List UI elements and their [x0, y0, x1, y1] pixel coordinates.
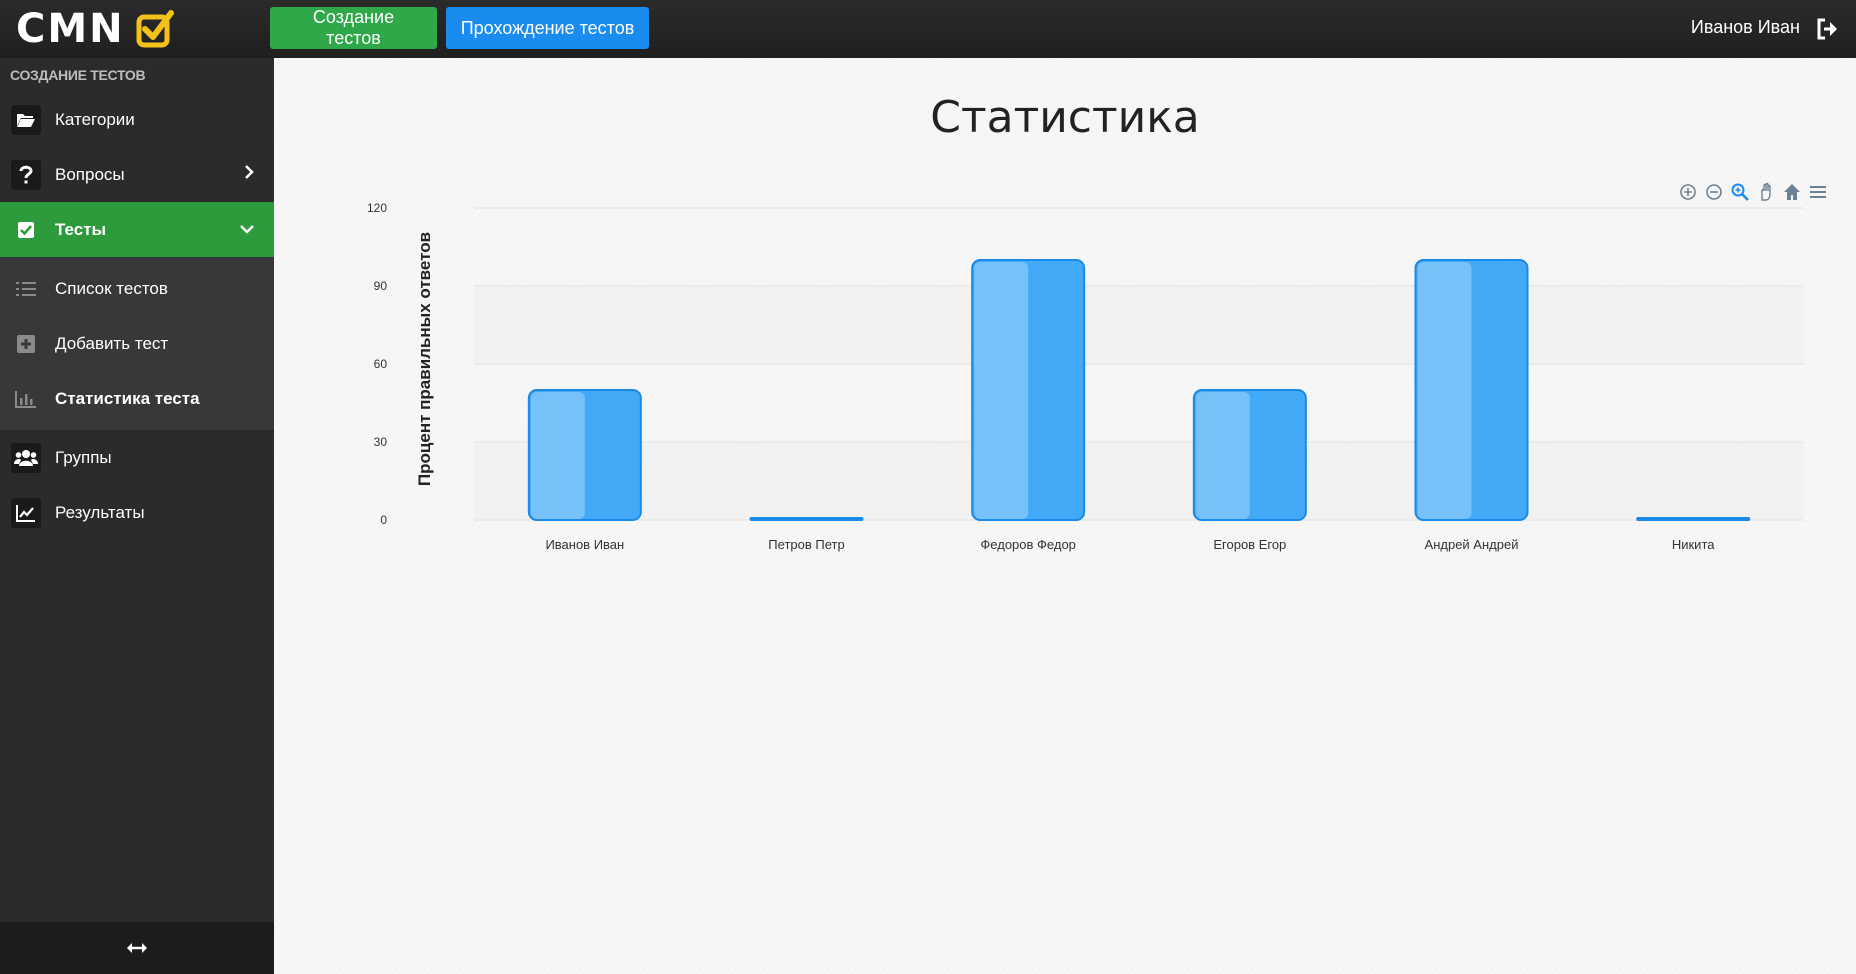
bar-body — [1636, 517, 1751, 521]
x-category-label: Никита — [1672, 537, 1715, 552]
bar — [749, 517, 864, 521]
user-name[interactable]: Иванов Иван — [1691, 17, 1800, 38]
y-tick-label: 0 — [380, 513, 387, 527]
y-tick-label: 60 — [374, 357, 388, 371]
bar-body — [749, 517, 864, 521]
tests-submenu: Список тестов Добавить тест Статистика т… — [0, 257, 274, 430]
chevron-down-icon — [240, 225, 254, 234]
sidebar-item-groups[interactable]: Группы — [0, 430, 274, 485]
grid-band — [474, 286, 1804, 364]
sidebar-item-label: Категории — [55, 109, 135, 129]
y-axis-label: Процент правильных ответов — [415, 232, 434, 486]
sidebar-item-tests[interactable]: Тесты — [0, 202, 274, 257]
plus-square-icon — [11, 329, 41, 359]
list-icon — [11, 274, 41, 304]
x-category-label: Иванов Иван — [545, 537, 624, 552]
chevron-right-icon — [245, 165, 254, 179]
logout-icon[interactable] — [1816, 18, 1840, 40]
bar-chart-icon — [11, 384, 41, 414]
y-tick-label: 30 — [374, 435, 388, 449]
sidebar-item-label: Вопросы — [55, 164, 125, 184]
bar-highlight — [530, 392, 585, 519]
sidebar-item-questions[interactable]: Вопросы — [0, 147, 274, 202]
bar-highlight — [974, 262, 1029, 519]
bar-highlight — [1195, 392, 1250, 519]
question-icon — [11, 159, 41, 190]
sidebar-item-label: Группы — [55, 447, 112, 467]
x-category-label: Егоров Егор — [1213, 537, 1286, 552]
users-icon — [11, 442, 41, 473]
sidebar-item-test-statistics[interactable]: Статистика теста — [0, 371, 274, 426]
grid-band — [474, 442, 1804, 520]
x-category-label: Петров Петр — [768, 537, 844, 552]
bar-chart: 0 30 60 90 120 Иванов Иван Петров Петр Федоров… — [367, 201, 1804, 552]
y-tick-label: 90 — [374, 279, 388, 293]
sidebar-item-label: Список тестов — [55, 278, 168, 298]
bar — [971, 259, 1086, 521]
top-bar: CMN Создание тестов Прохождение тестов И… — [0, 0, 1856, 58]
bar-highlight — [1417, 262, 1472, 519]
create-tests-button[interactable]: Создание тестов — [270, 7, 437, 49]
logo-text: CMN — [16, 6, 125, 52]
sidebar-item-results[interactable]: Результаты — [0, 485, 274, 540]
take-tests-button[interactable]: Прохождение тестов — [446, 7, 649, 49]
x-category-label: Андрей Андрей — [1425, 537, 1519, 552]
main-content: Статистика 0 30 60 90 120 Иванов Иван Петров … — [274, 58, 1856, 974]
sidebar-item-categories[interactable]: Категории — [0, 92, 274, 147]
sidebar: СОЗДАНИЕ ТЕСТОВ Категории Вопросы Тесты — [0, 58, 274, 974]
sidebar-item-label: Тесты — [55, 219, 107, 239]
line-chart-icon — [11, 497, 41, 528]
sidebar-item-test-list[interactable]: Список тестов — [0, 261, 274, 316]
x-category-label: Федоров Федор — [980, 537, 1076, 552]
bar — [1192, 389, 1307, 521]
sidebar-section-title: СОЗДАНИЕ ТЕСТОВ — [10, 67, 146, 83]
sidebar-item-label: Статистика теста — [55, 388, 200, 408]
resize-horizontal-icon — [127, 943, 147, 953]
sidebar-item-label: Добавить тест — [55, 333, 169, 353]
sidebar-item-label: Результаты — [55, 502, 145, 522]
folder-icon — [11, 104, 41, 135]
logo-check-icon — [136, 10, 174, 48]
sidebar-collapse-toggle[interactable] — [0, 922, 274, 974]
bar — [1636, 517, 1751, 521]
sidebar-item-add-test[interactable]: Добавить тест — [0, 316, 274, 371]
logo[interactable]: CMN — [16, 6, 175, 52]
checkbox-icon — [11, 215, 41, 245]
bar — [527, 389, 642, 521]
bar — [1414, 259, 1529, 521]
y-tick-label: 120 — [367, 201, 387, 215]
